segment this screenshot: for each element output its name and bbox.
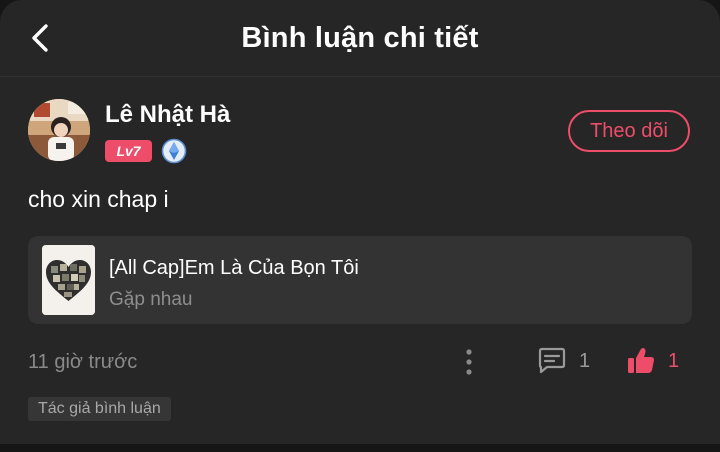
comment-detail-screen: Bình luận chi tiết Lê Nhật Hà Lv7 Theo d… [0, 0, 720, 444]
follow-button[interactable]: Theo dõi [568, 110, 690, 152]
timestamp: 11 giờ trước [28, 351, 138, 373]
username[interactable]: Lê Nhật Hà [105, 101, 230, 129]
page-title: Bình luận chi tiết [241, 22, 479, 54]
story-chapter: Gặp nhau [109, 289, 193, 310]
header-bar: Bình luận chi tiết [0, 0, 720, 77]
verified-badge-icon [161, 138, 187, 164]
thumbs-up-icon [628, 348, 654, 373]
more-vertical-icon [466, 349, 472, 375]
level-badge: Lv7 [105, 140, 152, 162]
avatar[interactable] [28, 99, 90, 161]
more-options-button[interactable] [456, 347, 482, 377]
like-button[interactable]: 1 [626, 345, 679, 377]
reply-count: 1 [579, 349, 591, 372]
story-cover-image [42, 245, 95, 315]
avatar-photo [28, 99, 90, 161]
like-count: 1 [668, 349, 680, 372]
story-title: [All Cap]Em Là Của Bọn Tôi [109, 257, 359, 279]
comment-text: cho xin chap i [28, 186, 169, 212]
story-card[interactable]: [All Cap]Em Là Của Bọn Tôi Gặp nhau [28, 236, 692, 324]
reply-button[interactable]: 1 [537, 345, 590, 377]
comment-bubble-icon [538, 347, 566, 374]
author-tag: Tác giả bình luận [28, 397, 171, 421]
